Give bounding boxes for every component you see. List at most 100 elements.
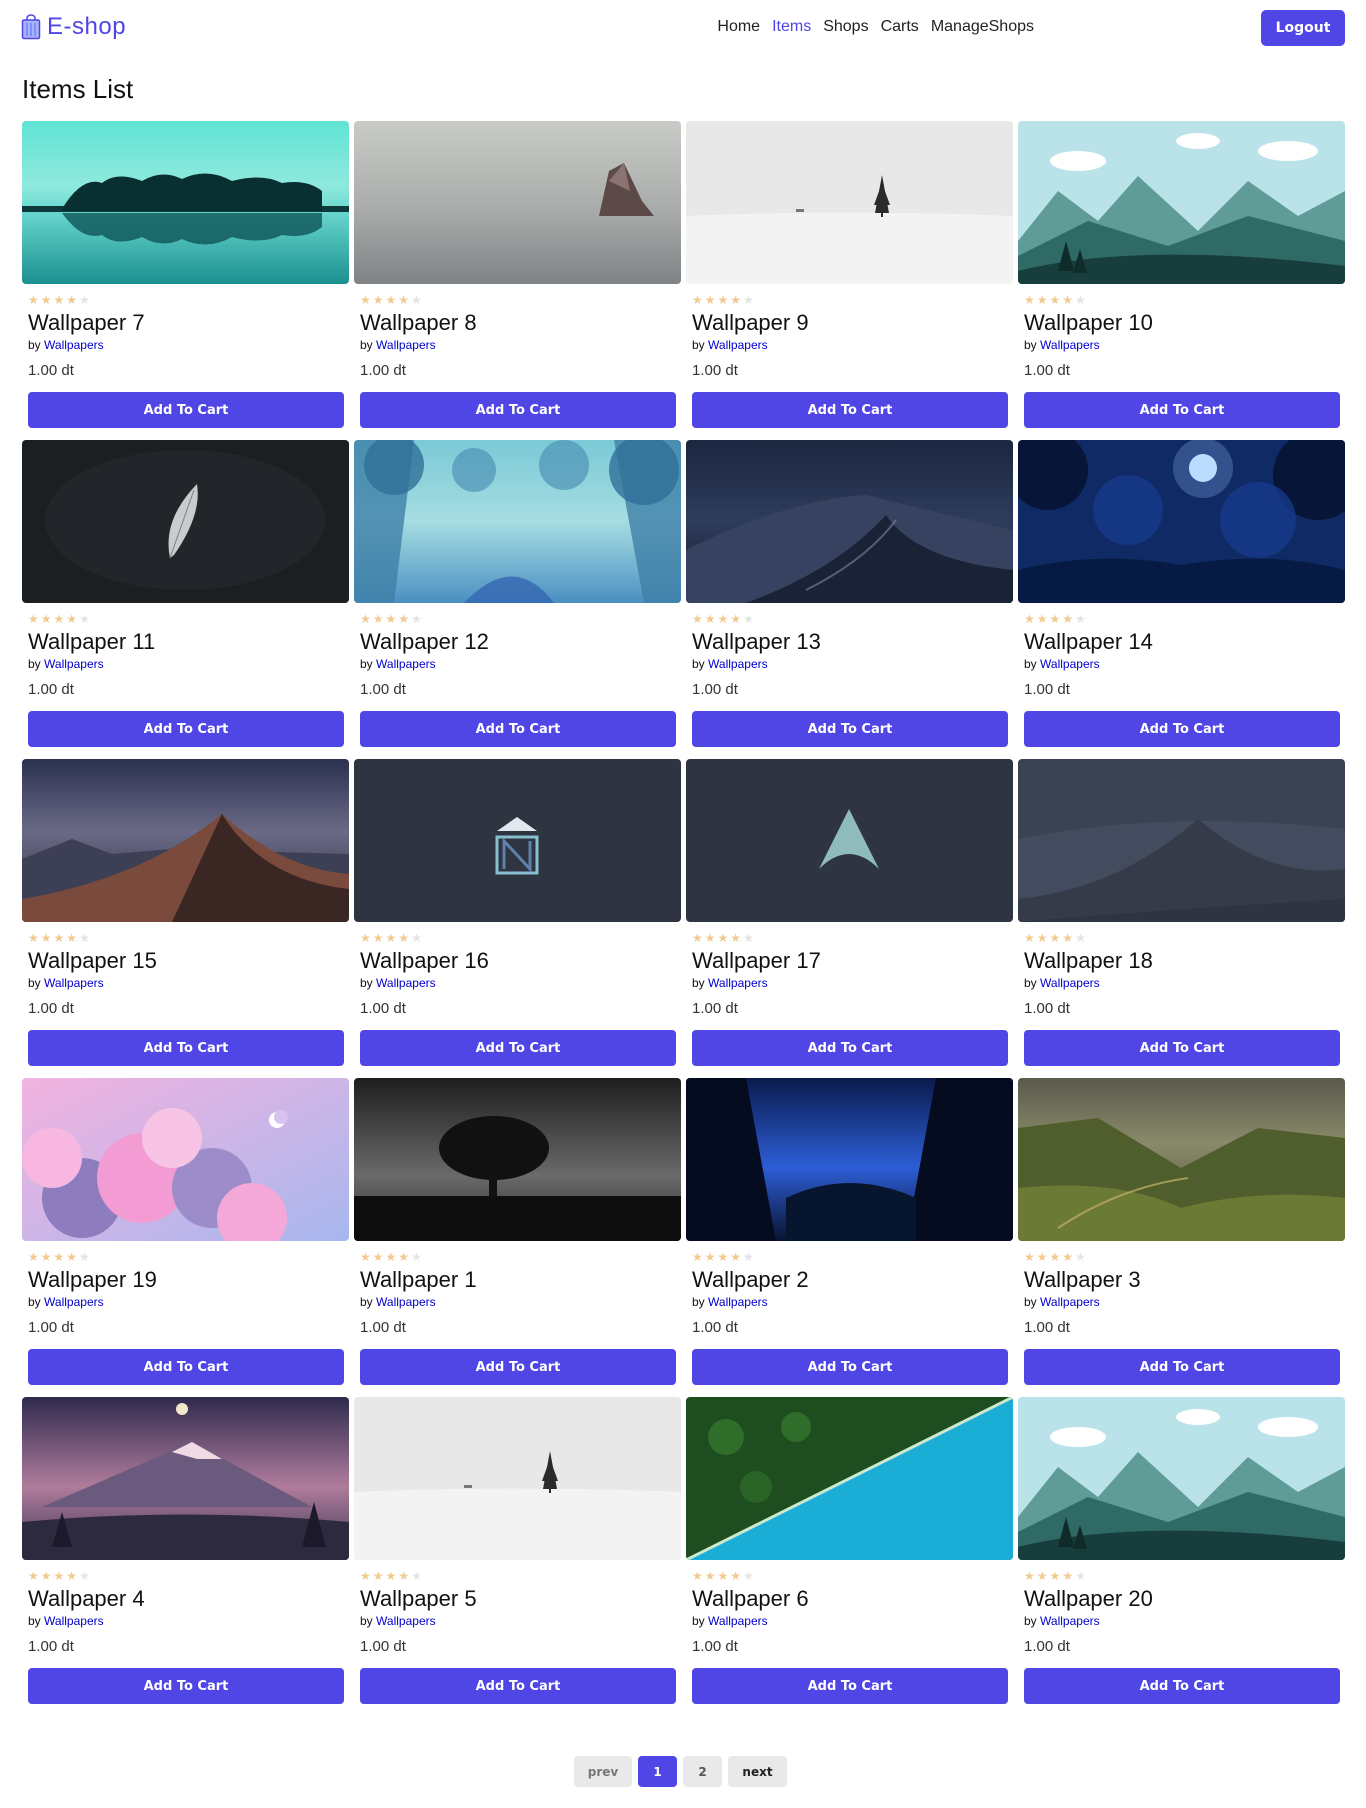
add-to-cart-button[interactable]: Add To Cart — [692, 1030, 1008, 1066]
add-to-cart-button[interactable]: Add To Cart — [360, 711, 676, 747]
item-name[interactable]: Wallpaper 9 — [692, 310, 1013, 336]
item-name[interactable]: Wallpaper 4 — [28, 1586, 349, 1612]
item-thumbnail[interactable] — [354, 759, 681, 922]
star-icon: ★ — [1062, 931, 1074, 945]
add-to-cart-button[interactable]: Add To Cart — [1024, 711, 1340, 747]
item-thumbnail[interactable] — [686, 121, 1013, 284]
shop-link[interactable]: Wallpapers — [376, 1614, 436, 1628]
shop-link[interactable]: Wallpapers — [708, 338, 768, 352]
shop-link[interactable]: Wallpapers — [44, 338, 104, 352]
add-to-cart-button[interactable]: Add To Cart — [360, 1030, 676, 1066]
item-name[interactable]: Wallpaper 18 — [1024, 948, 1345, 974]
item-name[interactable]: Wallpaper 1 — [360, 1267, 681, 1293]
item-name[interactable]: Wallpaper 19 — [28, 1267, 349, 1293]
item-thumbnail[interactable] — [22, 1397, 349, 1560]
item-name[interactable]: Wallpaper 13 — [692, 629, 1013, 655]
shop-link[interactable]: Wallpapers — [44, 657, 104, 671]
item-name[interactable]: Wallpaper 6 — [692, 1586, 1013, 1612]
item-thumbnail[interactable] — [686, 440, 1013, 603]
item-thumbnail[interactable] — [1018, 759, 1345, 922]
shop-link[interactable]: Wallpapers — [1040, 1614, 1100, 1628]
star-icon: ★ — [28, 931, 39, 945]
shop-link[interactable]: Wallpapers — [376, 976, 436, 990]
add-to-cart-button[interactable]: Add To Cart — [360, 1668, 676, 1704]
item-name[interactable]: Wallpaper 5 — [360, 1586, 681, 1612]
prev-page-button[interactable]: prev — [574, 1756, 632, 1787]
item-thumbnail[interactable] — [686, 1078, 1013, 1241]
item-thumbnail[interactable] — [22, 440, 349, 603]
item-thumbnail[interactable] — [1018, 121, 1345, 284]
shop-link[interactable]: Wallpapers — [708, 976, 768, 990]
shop-link[interactable]: Wallpapers — [376, 657, 436, 671]
item-thumbnail[interactable] — [1018, 1397, 1345, 1560]
add-to-cart-button[interactable]: Add To Cart — [28, 1668, 344, 1704]
add-to-cart-button[interactable]: Add To Cart — [692, 1668, 1008, 1704]
shop-link[interactable]: Wallpapers — [376, 1295, 436, 1309]
shop-link[interactable]: Wallpapers — [1040, 657, 1100, 671]
star-icon: ★ — [372, 1569, 384, 1583]
add-to-cart-button[interactable]: Add To Cart — [1024, 1030, 1340, 1066]
nav-link-home[interactable]: Home — [717, 18, 760, 36]
add-to-cart-button[interactable]: Add To Cart — [28, 392, 344, 428]
add-to-cart-button[interactable]: Add To Cart — [1024, 1349, 1340, 1385]
next-page-button[interactable]: next — [728, 1756, 787, 1787]
page-button-2[interactable]: 2 — [683, 1756, 722, 1787]
brand-link[interactable]: E-shop — [21, 13, 126, 41]
add-to-cart-button[interactable]: Add To Cart — [28, 1349, 344, 1385]
item-name[interactable]: Wallpaper 7 — [28, 310, 349, 336]
nav-link-manageshops[interactable]: ManageShops — [931, 18, 1034, 36]
item-thumbnail[interactable] — [354, 440, 681, 603]
shop-link[interactable]: Wallpapers — [1040, 338, 1100, 352]
item-thumbnail[interactable] — [686, 1397, 1013, 1560]
shop-link[interactable]: Wallpapers — [44, 976, 104, 990]
shop-link[interactable]: Wallpapers — [708, 1614, 768, 1628]
item-name[interactable]: Wallpaper 8 — [360, 310, 681, 336]
star-icon: ★ — [66, 931, 78, 945]
nav-link-carts[interactable]: Carts — [881, 18, 919, 36]
item-thumbnail[interactable] — [354, 1078, 681, 1241]
rating-stars: ★ ★ ★ ★ ★ — [1024, 932, 1345, 944]
item-name[interactable]: Wallpaper 3 — [1024, 1267, 1345, 1293]
item-name[interactable]: Wallpaper 16 — [360, 948, 681, 974]
item-thumbnail[interactable] — [686, 759, 1013, 922]
star-icon: ★ — [743, 1250, 754, 1264]
add-to-cart-button[interactable]: Add To Cart — [1024, 392, 1340, 428]
nav-link-items[interactable]: Items — [772, 18, 811, 36]
item-name[interactable]: Wallpaper 11 — [28, 629, 349, 655]
shop-link[interactable]: Wallpapers — [708, 1295, 768, 1309]
add-to-cart-button[interactable]: Add To Cart — [28, 711, 344, 747]
add-to-cart-button[interactable]: Add To Cart — [1024, 1668, 1340, 1704]
item-thumbnail[interactable] — [354, 121, 681, 284]
item-thumbnail[interactable] — [354, 1397, 681, 1560]
add-to-cart-button[interactable]: Add To Cart — [692, 711, 1008, 747]
shop-link[interactable]: Wallpapers — [376, 338, 436, 352]
item-name[interactable]: Wallpaper 10 — [1024, 310, 1345, 336]
add-to-cart-button[interactable]: Add To Cart — [692, 1349, 1008, 1385]
page-button-1[interactable]: 1 — [638, 1756, 677, 1787]
by-label: by — [692, 976, 705, 990]
item-thumbnail[interactable] — [22, 121, 349, 284]
logout-button[interactable]: Logout — [1261, 10, 1345, 46]
add-to-cart-button[interactable]: Add To Cart — [28, 1030, 344, 1066]
shop-link[interactable]: Wallpapers — [44, 1614, 104, 1628]
item-thumbnail[interactable] — [22, 759, 349, 922]
shop-link[interactable]: Wallpapers — [44, 1295, 104, 1309]
item-thumbnail[interactable] — [1018, 1078, 1345, 1241]
add-to-cart-button[interactable]: Add To Cart — [692, 392, 1008, 428]
star-icon: ★ — [1049, 1250, 1061, 1264]
shop-link[interactable]: Wallpapers — [1040, 976, 1100, 990]
item-name[interactable]: Wallpaper 12 — [360, 629, 681, 655]
item-name[interactable]: Wallpaper 20 — [1024, 1586, 1345, 1612]
add-to-cart-button[interactable]: Add To Cart — [360, 392, 676, 428]
nav-link-shops[interactable]: Shops — [823, 18, 868, 36]
item-thumbnail[interactable] — [22, 1078, 349, 1241]
shop-link[interactable]: Wallpapers — [1040, 1295, 1100, 1309]
item-name[interactable]: Wallpaper 17 — [692, 948, 1013, 974]
shop-link[interactable]: Wallpapers — [708, 657, 768, 671]
item-name[interactable]: Wallpaper 2 — [692, 1267, 1013, 1293]
add-to-cart-button[interactable]: Add To Cart — [360, 1349, 676, 1385]
item-thumbnail[interactable] — [1018, 440, 1345, 603]
item-name[interactable]: Wallpaper 14 — [1024, 629, 1345, 655]
item-name[interactable]: Wallpaper 15 — [28, 948, 349, 974]
item-card: ★ ★ ★ ★ ★ Wallpaper 14 by Wallpapers 1.00 dt Add… — [1018, 440, 1345, 751]
